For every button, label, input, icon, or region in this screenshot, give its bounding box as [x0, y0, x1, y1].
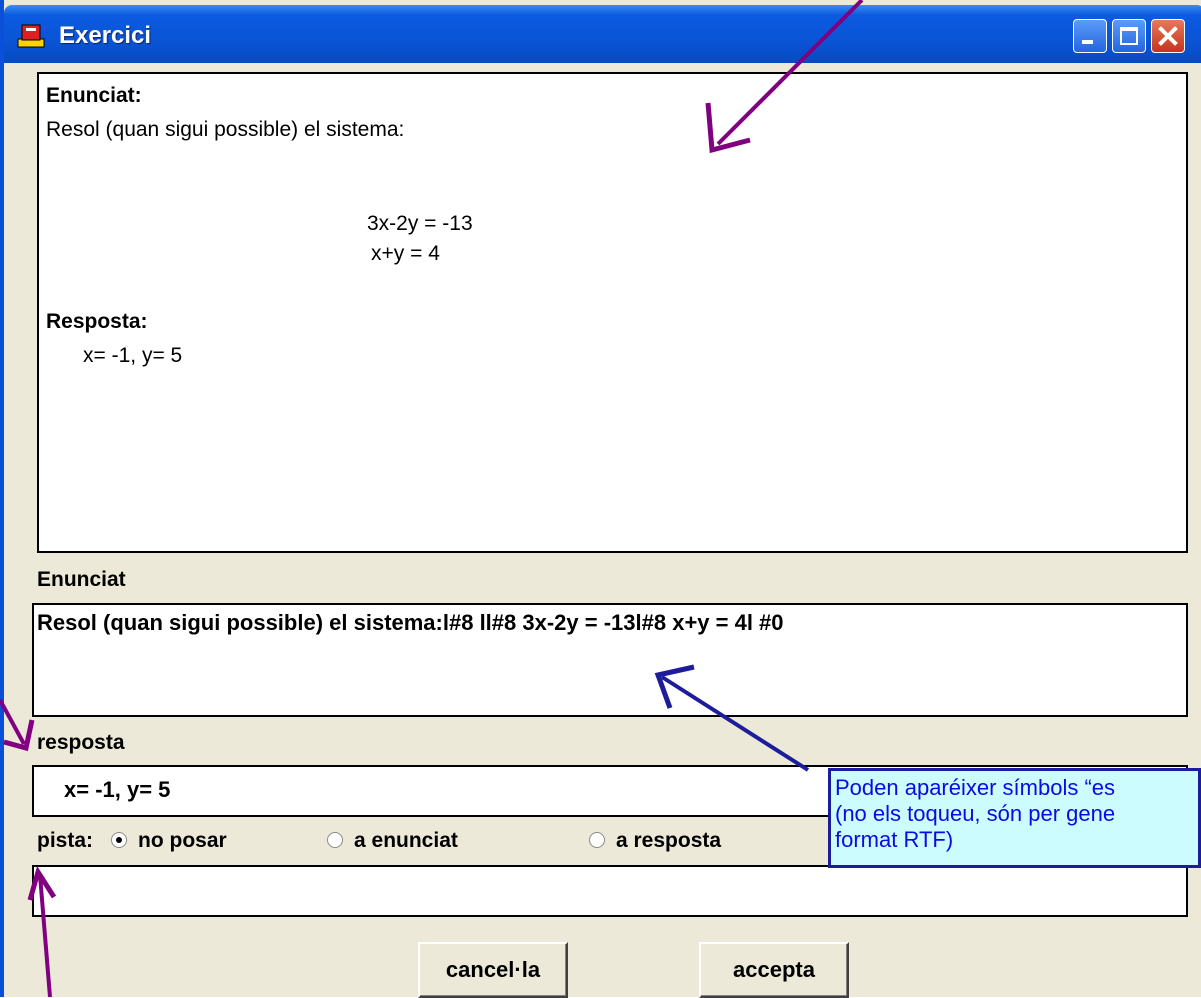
annotation-callout: Poden aparéixer símbols “es (no els toqu… — [828, 768, 1201, 868]
preview-resposta-text: x= -1, y= 5 — [83, 344, 183, 367]
preview-equation-2: x+y = 4 — [371, 242, 440, 265]
resposta-label: resposta — [37, 731, 125, 754]
callout-line-1: Poden aparéixer símbols “es — [835, 775, 1116, 800]
resposta-field-text: x= -1, y= 5 — [64, 777, 171, 802]
cancel-button[interactable]: cancel·la — [418, 942, 568, 998]
radio-a-resposta-label[interactable]: a resposta — [616, 829, 721, 853]
enunciat-label: Enunciat — [37, 568, 126, 591]
preview-resposta-heading: Resposta: — [46, 310, 148, 333]
close-button[interactable] — [1151, 19, 1185, 53]
pista-label: pista: — [37, 829, 94, 852]
app-exercise-icon — [16, 23, 46, 49]
radio-a-enunciat[interactable] — [327, 832, 343, 848]
window-title: Exercici — [59, 22, 152, 49]
radio-a-resposta[interactable] — [589, 832, 605, 848]
enunciat-field[interactable]: Resol (quan sigui possible) el sistema:l… — [32, 603, 1188, 717]
preview-equation-1: 3x-2y = -13 — [367, 212, 473, 235]
accept-button[interactable]: accepta — [699, 942, 849, 998]
close-icon — [1158, 26, 1178, 46]
preview-enunciat-heading: Enunciat: — [46, 84, 142, 107]
minimize-button[interactable] — [1073, 19, 1107, 53]
preview-enunciat-text: Resol (quan sigui possible) el sistema: — [46, 118, 405, 141]
pista-field[interactable] — [32, 865, 1188, 917]
preview-panel: Enunciat: Resol (quan sigui possible) el… — [37, 72, 1188, 553]
minimize-icon — [1082, 40, 1093, 44]
maximize-icon — [1120, 27, 1138, 45]
radio-no-posar[interactable] — [111, 832, 127, 848]
title-bar[interactable]: Exercici — [4, 5, 1201, 63]
maximize-button[interactable] — [1112, 19, 1146, 53]
callout-line-2: (no els toqueu, són per gene — [835, 801, 1116, 826]
callout-line-3: format RTF) — [835, 827, 954, 852]
radio-a-enunciat-label[interactable]: a enunciat — [354, 829, 458, 853]
radio-no-posar-label[interactable]: no posar — [138, 829, 227, 853]
enunciat-field-text: Resol (quan sigui possible) el sistema:l… — [37, 610, 784, 635]
